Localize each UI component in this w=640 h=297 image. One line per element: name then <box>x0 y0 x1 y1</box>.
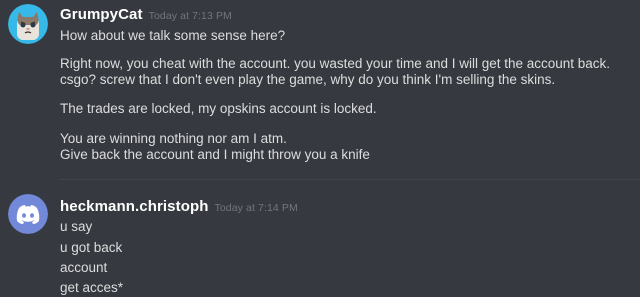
message-group-heckmann: heckmann.christoph Today at 7:14 PM u say… <box>0 180 640 297</box>
message-line: Give back the account and I might throw … <box>60 147 370 162</box>
message-line: u got back <box>60 240 123 255</box>
author-name[interactable]: heckmann.christoph <box>60 198 209 215</box>
message-timestamp: Today at 7:14 PM <box>214 202 298 214</box>
message-line: get acces* <box>60 280 124 295</box>
username[interactable]: GrumpyCat Today at 7:13 PM <box>60 6 232 23</box>
message-line: csgo? screw that I don't even play the g… <box>60 72 556 87</box>
username[interactable]: heckmann.christoph Today at 7:14 PM <box>60 198 298 215</box>
message-line: u say <box>60 219 93 234</box>
message-line: account <box>60 260 108 275</box>
message-line: The trades are locked, my opskins accoun… <box>60 101 377 116</box>
message-group-grumpycat: GrumpyCat Today at 7:13 PM How about we t… <box>0 0 640 178</box>
author-name[interactable]: GrumpyCat <box>60 6 143 23</box>
message-line: How about we talk some sense here? <box>60 28 286 43</box>
message-line: Right now, you cheat with the account. y… <box>60 56 611 71</box>
discord-logo-avatar-icon[interactable] <box>8 194 48 234</box>
chat-messages: GrumpyCat Today at 7:13 PM How about we t… <box>0 0 640 297</box>
grumpy-cat-avatar-icon[interactable] <box>8 4 48 44</box>
message-line: You are winning nothing nor am I atm. <box>60 131 287 146</box>
message-timestamp: Today at 7:13 PM <box>148 10 232 22</box>
